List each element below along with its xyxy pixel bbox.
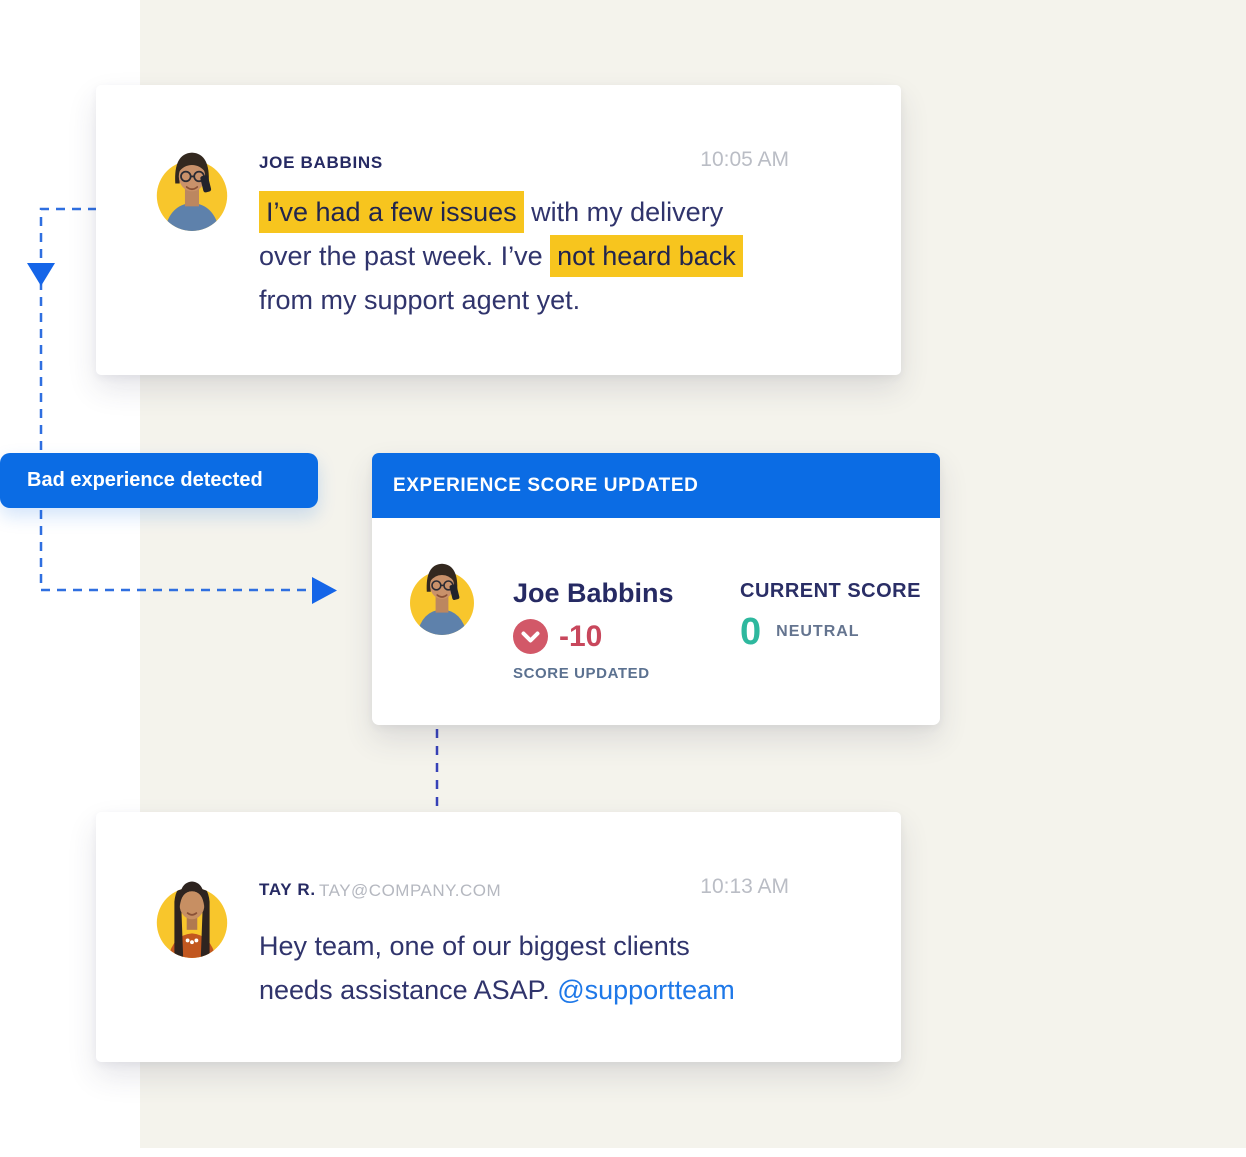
woman-avatar bbox=[148, 870, 236, 963]
highlighted-text: I’ve had a few issues bbox=[259, 191, 524, 233]
chevron-down-circle-icon bbox=[513, 619, 548, 654]
experience-score-card: EXPERIENCE SCORE UPDATED Joe Babbins bbox=[372, 453, 940, 725]
arrow-down-icon bbox=[27, 263, 55, 286]
man-on-phone-avatar bbox=[148, 143, 236, 236]
current-score-value: 0 bbox=[740, 613, 761, 651]
message-timestamp: 10:05 AM bbox=[700, 148, 789, 172]
message-body: I’ve had a few issues with my delivery ov… bbox=[259, 190, 819, 322]
bad-experience-badge: Bad experience detected bbox=[0, 453, 318, 508]
score-updated-label: SCORE UPDATED bbox=[513, 665, 650, 682]
current-score-label: CURRENT SCORE bbox=[740, 580, 921, 603]
sender-name: TAY R. bbox=[259, 880, 316, 900]
highlighted-text: not heard back bbox=[550, 235, 743, 277]
customer-message-card: JOE BABBINS 10:05 AM I’ve had a few issu… bbox=[96, 85, 901, 375]
score-card-title: EXPERIENCE SCORE UPDATED bbox=[372, 453, 940, 518]
sender-email: TAY@COMPANY.COM bbox=[319, 881, 501, 901]
message-text: from my support agent yet. bbox=[259, 285, 580, 315]
page-canvas: JOE BABBINS 10:05 AM I’ve had a few issu… bbox=[0, 0, 1246, 1157]
message-text: over the past week. I’ve bbox=[259, 241, 550, 271]
message-text: Hey team, one of our biggest clients bbox=[259, 931, 690, 961]
message-text: needs assistance ASAP. bbox=[259, 975, 557, 1005]
score-person-name: Joe Babbins bbox=[513, 578, 674, 609]
score-change-value: -10 bbox=[559, 620, 602, 654]
man-on-phone-avatar bbox=[402, 555, 482, 640]
team-message-card: TAY R. TAY@COMPANY.COM 10:13 AM Hey team… bbox=[96, 812, 901, 1062]
avatar bbox=[148, 870, 236, 966]
mention-link[interactable]: @supportteam bbox=[557, 975, 735, 1005]
message-body: Hey team, one of our biggest clients need… bbox=[259, 924, 899, 1012]
message-text: with my delivery bbox=[524, 197, 724, 227]
avatar bbox=[402, 555, 482, 643]
connector-line-top bbox=[41, 209, 97, 451]
sender-name: JOE BABBINS bbox=[259, 153, 383, 173]
message-timestamp: 10:13 AM bbox=[700, 875, 789, 899]
avatar bbox=[148, 143, 236, 239]
current-score-status: NEUTRAL bbox=[776, 623, 859, 641]
badge-label: Bad experience detected bbox=[0, 453, 318, 508]
score-card-header: EXPERIENCE SCORE UPDATED bbox=[372, 453, 940, 518]
